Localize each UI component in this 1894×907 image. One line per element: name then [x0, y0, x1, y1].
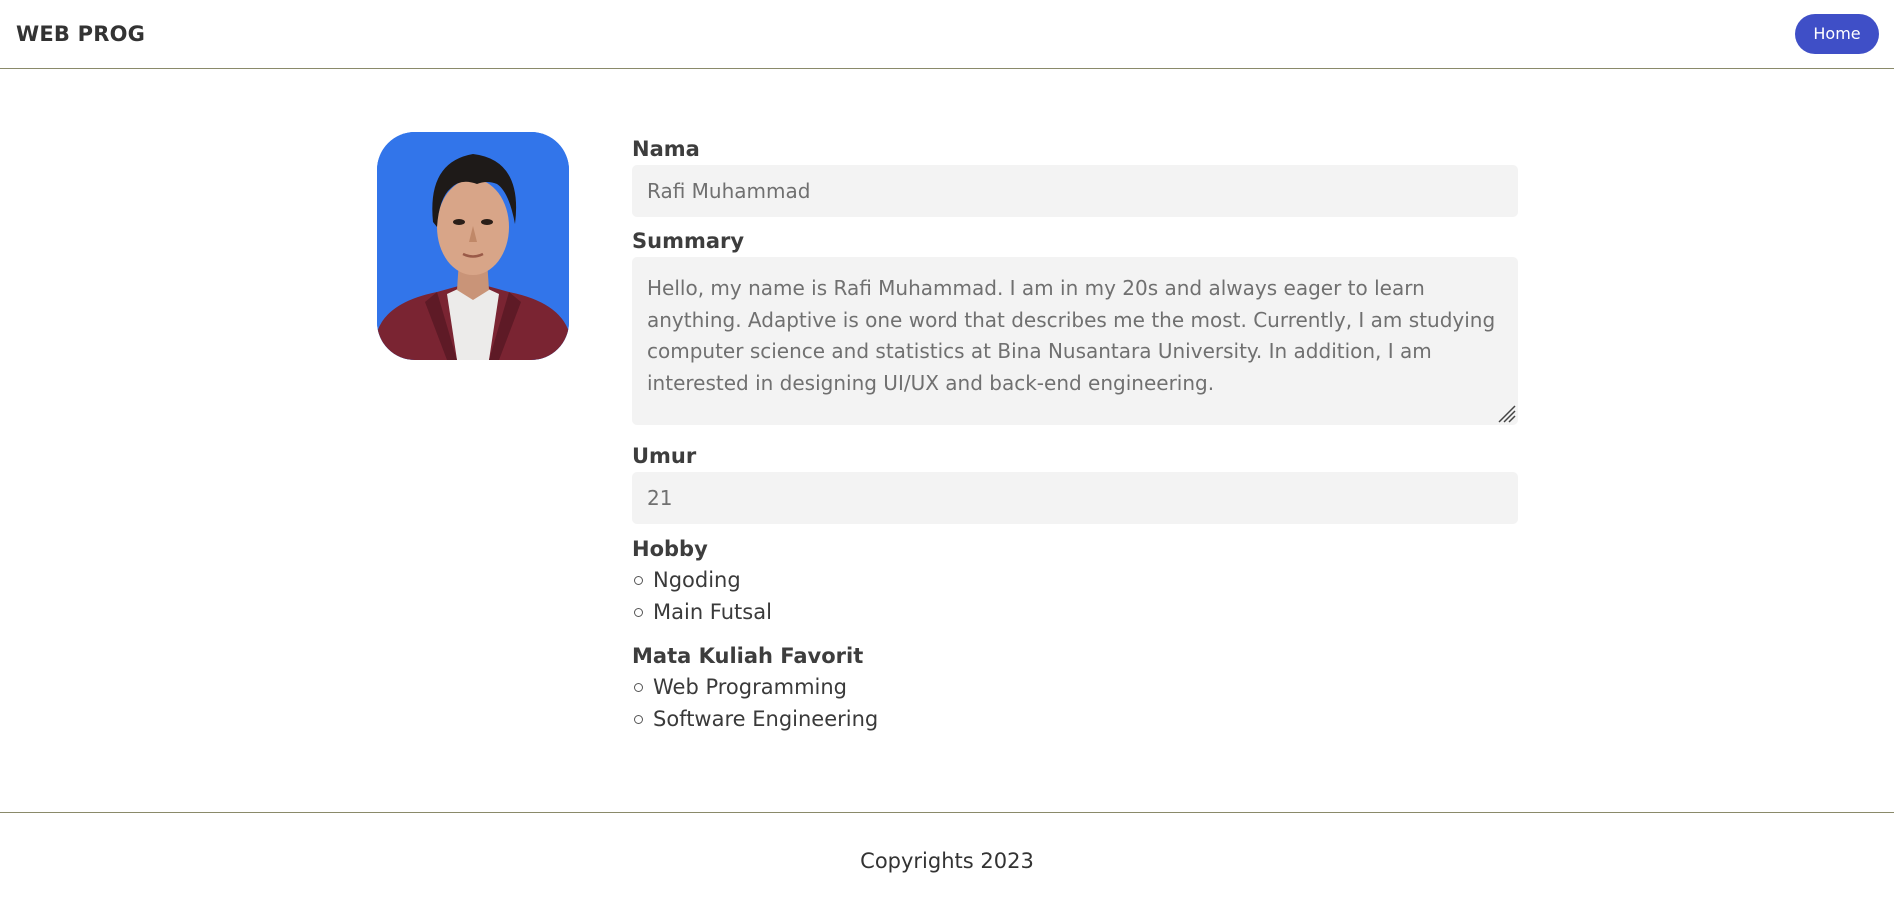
summary-label: Summary: [632, 229, 745, 253]
site-header: WEB PROG Home: [0, 0, 1894, 69]
footer-copyright: Copyrights 2023: [860, 849, 1034, 873]
circle-bullet-icon: [634, 608, 643, 617]
hobby-label: Hobby: [632, 537, 708, 561]
list-item: Software Engineering: [632, 703, 1518, 735]
circle-bullet-icon: [634, 715, 643, 724]
courses-list: Web Programming Software Engineering: [632, 671, 1518, 735]
courses-label: Mata Kuliah Favorit: [632, 644, 864, 668]
umur-label: Umur: [632, 444, 697, 468]
umur-field[interactable]: 21: [632, 472, 1518, 524]
summary-textarea[interactable]: Hello, my name is Rafi Muhammad. I am in…: [632, 257, 1518, 425]
nama-field[interactable]: Rafi Muhammad: [632, 165, 1518, 217]
profile-photo: [377, 132, 569, 360]
list-item: Main Futsal: [632, 596, 1518, 628]
list-item: Web Programming: [632, 671, 1518, 703]
brand-logo-text[interactable]: WEB PROG: [16, 22, 145, 46]
profile-details: Nama Rafi Muhammad Summary Hello, my nam…: [632, 136, 1518, 735]
footer-divider: [0, 812, 1894, 813]
summary-text: Hello, my name is Rafi Muhammad. I am in…: [647, 276, 1496, 395]
hobby-list: Ngoding Main Futsal: [632, 564, 1518, 628]
circle-bullet-icon: [634, 683, 643, 692]
resize-handle-icon[interactable]: [1494, 401, 1516, 423]
nama-label: Nama: [632, 137, 700, 161]
circle-bullet-icon: [634, 576, 643, 585]
list-item: Ngoding: [632, 564, 1518, 596]
home-button[interactable]: Home: [1795, 14, 1879, 54]
